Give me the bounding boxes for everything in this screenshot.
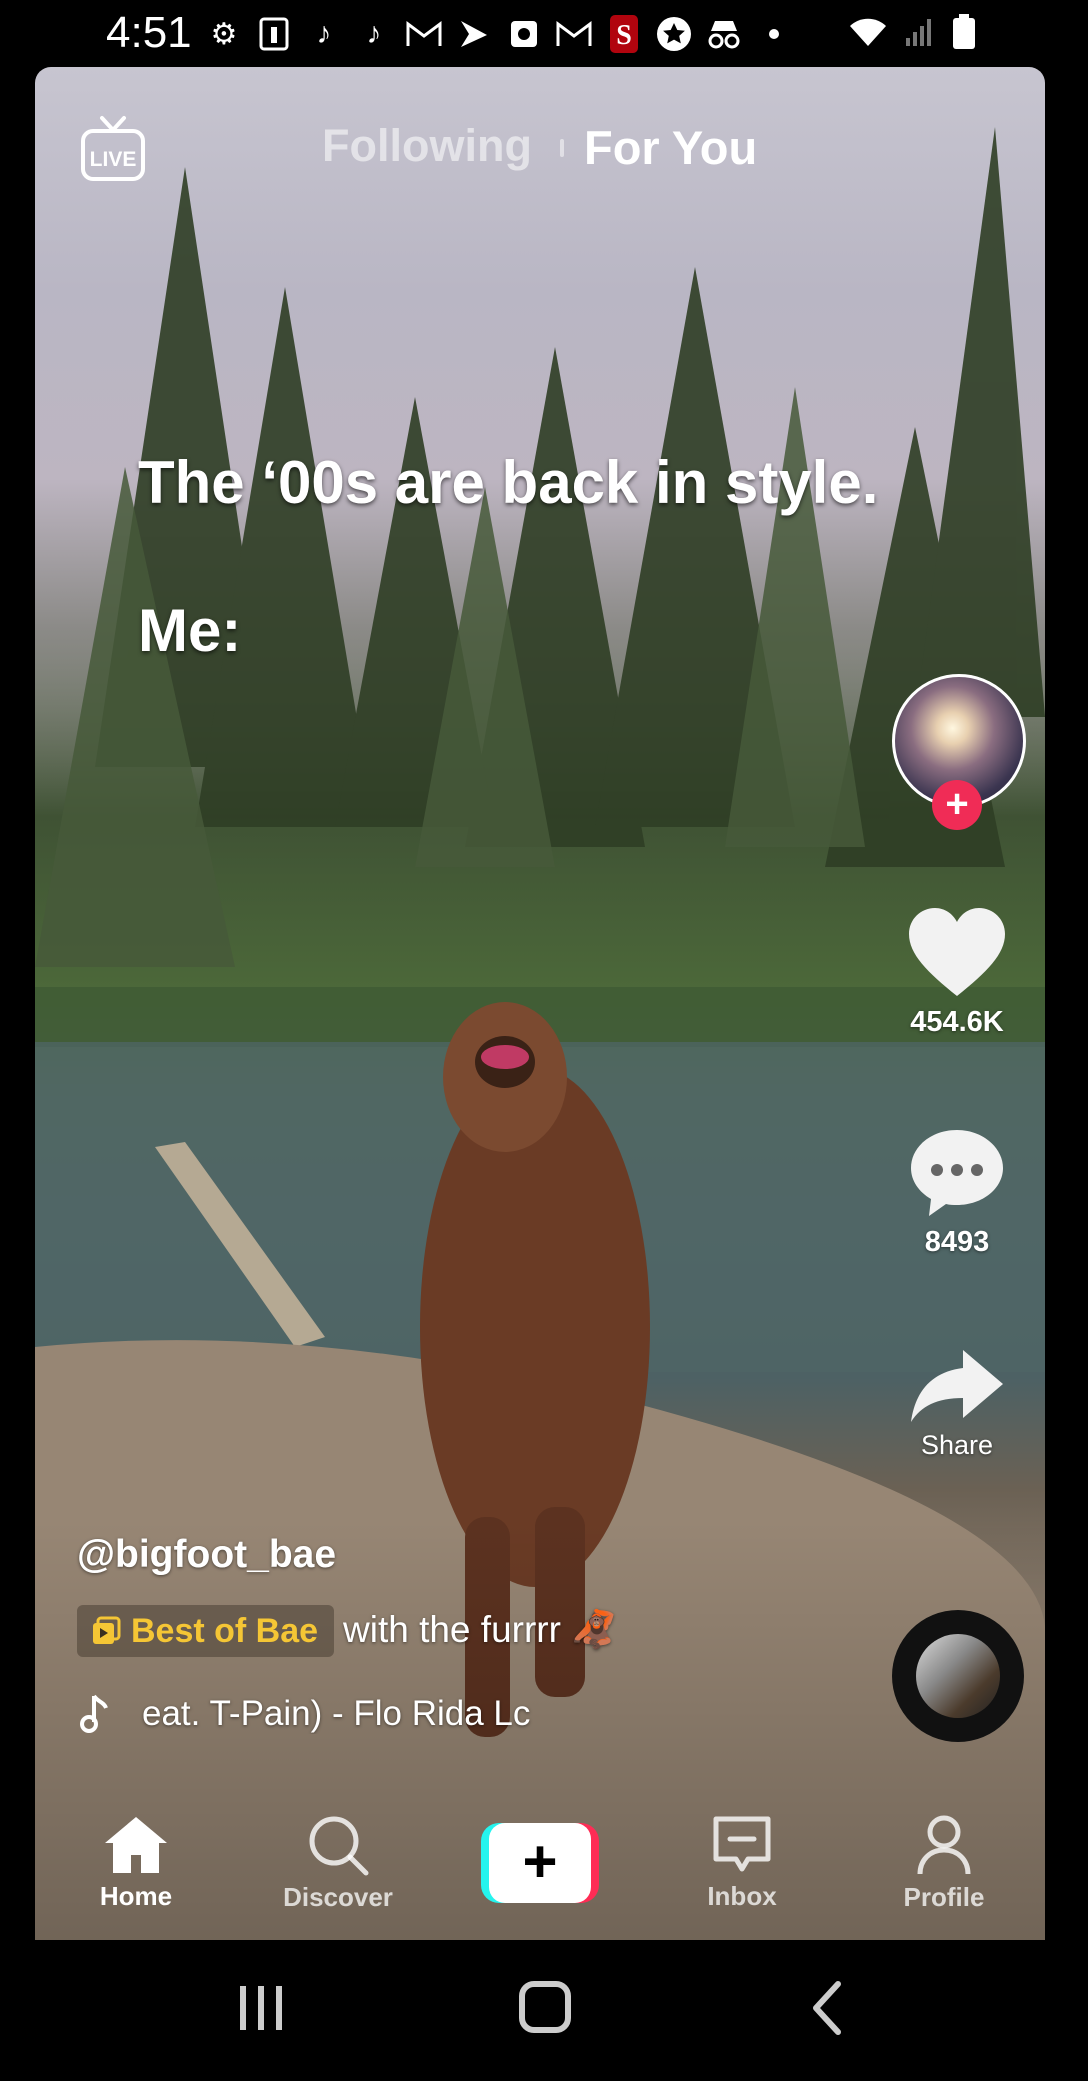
playlist-label: Best of Bae (131, 1611, 319, 1650)
tab-following[interactable]: Following (322, 120, 532, 172)
plus-icon: + (489, 1823, 591, 1903)
nav-inbox[interactable]: Inbox (641, 1786, 843, 1940)
system-nav-bar (0, 1940, 1088, 2076)
album-cover (916, 1634, 1000, 1718)
nav-create[interactable]: + (439, 1786, 641, 1940)
post-description[interactable]: with the furrrr 🦧 (343, 1609, 617, 1652)
tiktok-icon: ♪ (366, 17, 382, 50)
music-title: eat. T-Pain) - Flo Rida Lc (142, 1694, 531, 1733)
nav-home[interactable]: Home (35, 1786, 237, 1940)
comment-count: 8493 (924, 1226, 990, 1258)
dot-icon (754, 14, 794, 54)
like-button[interactable]: 454.6K (900, 906, 1014, 1039)
tab-for-you[interactable]: For You (584, 120, 757, 175)
status-time: 4:51 (106, 8, 192, 57)
wifi-icon (848, 16, 888, 53)
nav-discover-label: Discover (283, 1881, 393, 1912)
back-icon[interactable] (813, 1981, 841, 2035)
live-button[interactable]: LIVE (80, 114, 146, 184)
music-note-icon (80, 1694, 108, 1733)
sprint-icon (454, 14, 494, 54)
video-caption-line-1: The ‘00s are back in style. (138, 449, 879, 516)
share-button[interactable]: Share (900, 1348, 1014, 1461)
notification-icons: ⚙ ♪ ♪ S (204, 14, 794, 54)
share-arrow-icon (911, 1350, 1003, 1422)
music-disc[interactable] (892, 1610, 1024, 1742)
comment-icon (911, 1130, 1003, 1216)
tv-icon: LIVE (81, 116, 145, 181)
playlist-icon (93, 1616, 121, 1644)
recent-apps-icon[interactable] (240, 1986, 282, 2030)
svg-text:S: S (616, 20, 632, 51)
share-label: Share (920, 1430, 994, 1460)
nav-home-label: Home (99, 1880, 173, 1911)
tab-separator (560, 139, 564, 157)
home-nav-icon[interactable] (519, 1981, 571, 2033)
gmail-icon (404, 14, 444, 54)
system-status-icons (848, 14, 976, 55)
gear-icon: ⚙ (210, 17, 238, 51)
nav-inbox-label: Inbox (707, 1880, 777, 1911)
star-icon (654, 14, 694, 54)
signal-icon (904, 16, 936, 53)
clock-app-icon (504, 14, 544, 54)
gmail-icon (554, 14, 594, 54)
follow-button[interactable]: + (932, 780, 982, 830)
comment-button[interactable]: 8493 (900, 1126, 1014, 1259)
home-icon (105, 1816, 167, 1873)
nav-profile[interactable]: Profile (843, 1786, 1045, 1940)
heart-icon (909, 908, 1005, 996)
incognito-icon (704, 14, 744, 54)
nav-discover[interactable]: Discover (237, 1786, 439, 1940)
profile-icon (917, 1815, 971, 1874)
like-count: 454.6K (910, 1006, 1004, 1038)
search-icon (309, 1816, 369, 1875)
bottom-nav: Home Discover + Inbox Profile (35, 1786, 1045, 1940)
playlist-tag[interactable]: Best of Bae (77, 1605, 335, 1657)
stanford-icon: S (604, 14, 644, 54)
create-button[interactable]: + (481, 1823, 599, 1903)
nav-profile-label: Profile (903, 1881, 985, 1912)
creator-username[interactable]: @bigfoot_bae (77, 1533, 336, 1577)
contact-card-icon (254, 14, 294, 54)
video-caption-line-2: Me: (138, 597, 242, 664)
live-label: LIVE (90, 148, 137, 171)
music-info[interactable]: eat. T-Pain) - Flo Rida Lc (80, 1694, 600, 1734)
inbox-icon (713, 1816, 771, 1871)
battery-icon (952, 14, 976, 55)
tiktok-icon: ♪ (316, 17, 332, 50)
status-bar: 4:51 ⚙ ♪ ♪ S (0, 0, 1088, 68)
